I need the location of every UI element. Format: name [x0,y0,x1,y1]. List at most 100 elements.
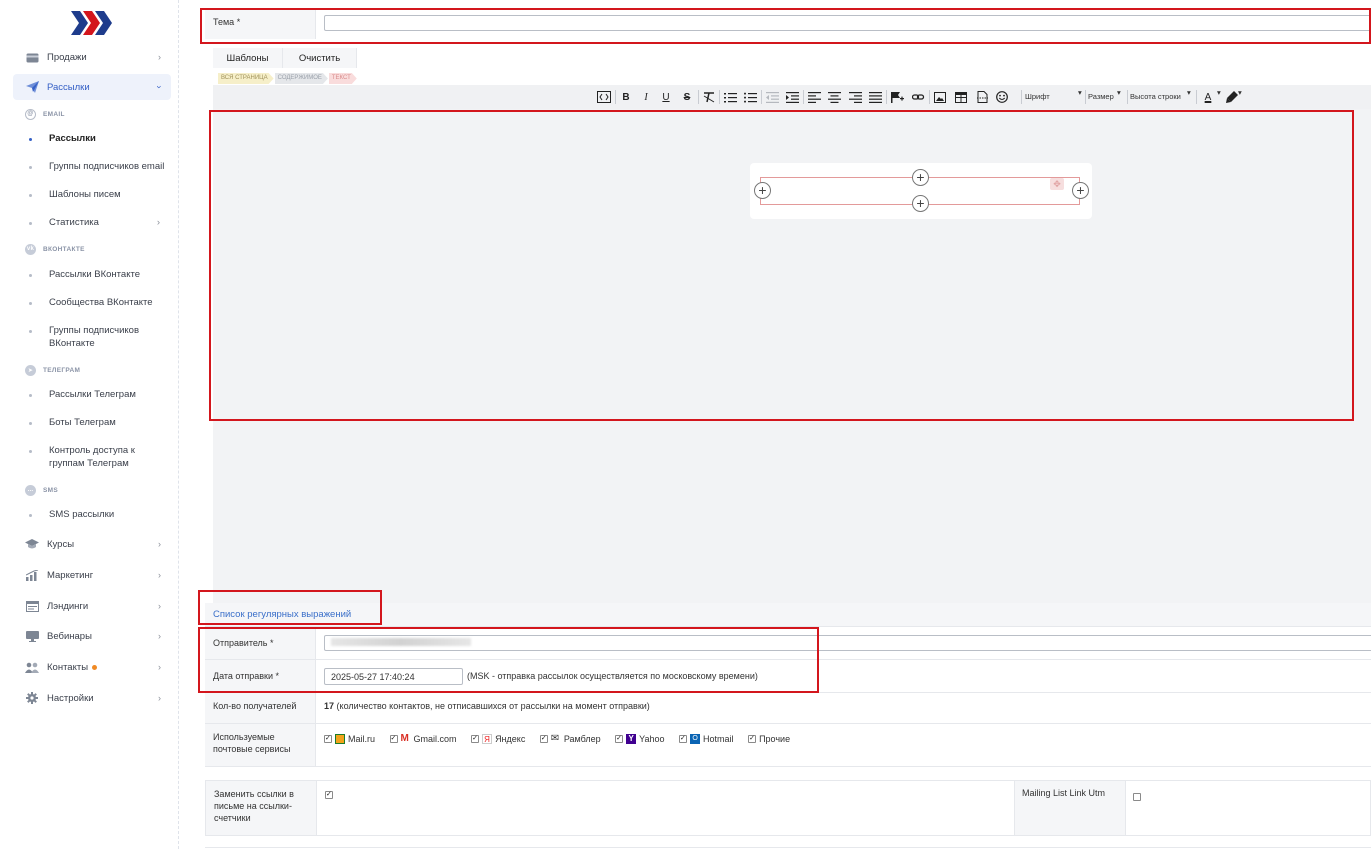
chevron-right-icon: › [158,52,161,62]
service-yahoo[interactable]: YYahoo [615,733,665,745]
replace-links-value [317,781,1370,835]
sidebar-item-marketing[interactable]: Маркетинг › [13,562,171,588]
strikethrough-button[interactable]: S [679,90,695,104]
font-family-select[interactable]: Шрифт [1025,92,1050,101]
image-icon[interactable] [932,90,948,104]
service-label: Рамблер [563,734,601,744]
italic-button[interactable]: I [638,90,654,104]
sidebar-subitem-vk-groups[interactable]: Группы подписчиков ВКонтакте [29,324,159,350]
outdent-icon[interactable] [764,90,780,104]
line-height-select[interactable]: Высота строки [1130,92,1181,101]
checkbox[interactable] [679,733,688,745]
chevron-right-icon: › [158,601,161,611]
sidebar-subitem-email-stats[interactable]: Статистика › [29,216,174,229]
checkbox[interactable] [471,733,480,745]
subject-input[interactable] [324,15,1371,31]
subject-row: Тема * [205,8,1371,39]
sidebar-subitem-tg-access[interactable]: Контроль доступа к группам Телеграм [29,444,159,470]
add-block-bottom-icon[interactable]: + [912,195,929,212]
move-handle-icon[interactable]: ✥ [1050,178,1064,190]
font-size-select[interactable]: Размер [1088,92,1114,101]
clear-format-icon[interactable] [701,90,717,104]
service-rambler[interactable]: ✉Рамблер [539,733,601,745]
sidebar-subitem-sms-mailings[interactable]: SMS рассылки [29,508,174,521]
sidebar-subitem-email-templates[interactable]: Шаблоны писем [29,188,174,201]
service-yandex[interactable]: ЯЯндекс [471,733,525,745]
sidebar-item-label: Курсы [47,538,75,550]
mailru-icon [335,734,345,744]
checkbox[interactable] [539,733,548,745]
chevron-right-icon: › [158,539,161,549]
checkbox[interactable] [615,733,624,745]
sidebar-subitem-vk-communities[interactable]: Сообщества ВКонтакте [29,296,174,309]
add-block-right-icon[interactable]: + [1072,182,1089,199]
service-mailru[interactable]: Mail.ru [324,733,375,745]
sidebar-item-landings[interactable]: Лэндинги › [13,593,171,619]
monitor-icon [25,630,39,642]
link-icon[interactable] [910,90,926,104]
sidebar-subitem-email-groups[interactable]: Группы подписчиков email [29,160,174,173]
crumb-content[interactable]: СОДЕРЖИМОЕ [275,73,328,84]
align-justify-icon[interactable] [867,90,883,104]
vk-icon: vk [25,243,36,255]
flag-icon[interactable] [889,90,905,104]
replace-links-checkbox[interactable] [325,789,333,801]
sidebar-item-contacts[interactable]: Контакты › [13,654,171,680]
unordered-list-icon[interactable] [742,90,758,104]
sidebar-subitem-tg-bots[interactable]: Боты Телеграм [29,416,174,429]
ordered-list-icon[interactable] [722,90,738,104]
page-break-icon[interactable] [974,90,990,104]
section-email: @ EMAIL [25,107,65,121]
service-gmail[interactable]: M Gmail.com [389,733,457,745]
sidebar-item-label: Настройки [47,692,94,704]
source-code-icon[interactable] [596,90,612,104]
align-left-icon[interactable] [806,90,822,104]
checkbox[interactable] [324,733,332,745]
indent-icon[interactable] [784,90,800,104]
content-block[interactable]: + + + + ✥ [750,163,1092,219]
sidebar-subitem-vk-mailings[interactable]: Рассылки ВКонтакте [29,268,174,281]
notification-dot [92,664,98,670]
sidebar-item-sales[interactable]: Продажи › [13,44,171,70]
recipients-value: 17 (количество контактов, не отписавшихс… [316,693,1371,723]
caret-down-icon: ▾ [1238,88,1242,97]
chevron-right-icon: › [158,570,161,580]
table-icon[interactable] [953,90,969,104]
sidebar-subitem-tg-mailings[interactable]: Рассылки Телеграм [29,388,174,401]
bold-button[interactable]: B [618,90,634,104]
section-telegram: ➤ ТЕЛЕГРАМ [25,363,80,377]
mail-services-row: Используемые почтовые сервисы Mail.ru MG… [205,723,1371,767]
add-block-top-icon[interactable]: + [912,169,929,186]
checkbox[interactable] [389,733,398,745]
email-editor-canvas[interactable]: + + + + ✥ [213,109,1371,603]
align-center-icon[interactable] [826,90,842,104]
sidebar: Продажи › Рассылки › @ EMAIL Рассылки Гр… [5,0,179,849]
send-date-input[interactable]: 2025-05-27 17:40:24 [324,668,463,685]
mail-services-label: Используемые почтовые сервисы [205,724,316,766]
checkbox[interactable] [748,733,757,745]
clear-button[interactable]: Очистить [283,48,357,68]
sender-select[interactable] [324,635,1371,651]
regex-list-link[interactable]: Список регулярных выражений [213,609,351,620]
add-block-left-icon[interactable]: + [754,182,771,199]
text-color-button[interactable]: A [1200,90,1216,104]
crumb-text[interactable]: ТЕКСТ [329,73,357,84]
at-sign-icon: @ [25,108,36,120]
underline-button[interactable]: U [658,90,674,104]
align-right-icon[interactable] [847,90,863,104]
emoji-icon[interactable] [994,90,1010,104]
sidebar-subitem-email-mailings[interactable]: Рассылки [29,132,174,145]
service-label: Hotmail [703,734,734,744]
templates-button[interactable]: Шаблоны [213,48,283,68]
caret-down-icon: ▾ [1187,88,1191,97]
crumb-whole-page[interactable]: ВСЯ СТРАНИЦА [218,73,274,84]
sidebar-item-settings[interactable]: Настройки › [13,685,171,711]
sidebar-item-webinars[interactable]: Вебинары › [13,623,171,649]
utm-label: Mailing List Link Utm [1014,781,1126,835]
sidebar-item-mailings[interactable]: Рассылки › [13,74,171,100]
utm-checkbox[interactable] [1133,792,1141,801]
service-hotmail[interactable]: OHotmail [679,733,734,745]
service-other[interactable]: Прочие [748,733,790,745]
sidebar-item-courses[interactable]: Курсы › [13,531,171,557]
logo[interactable] [71,11,113,35]
